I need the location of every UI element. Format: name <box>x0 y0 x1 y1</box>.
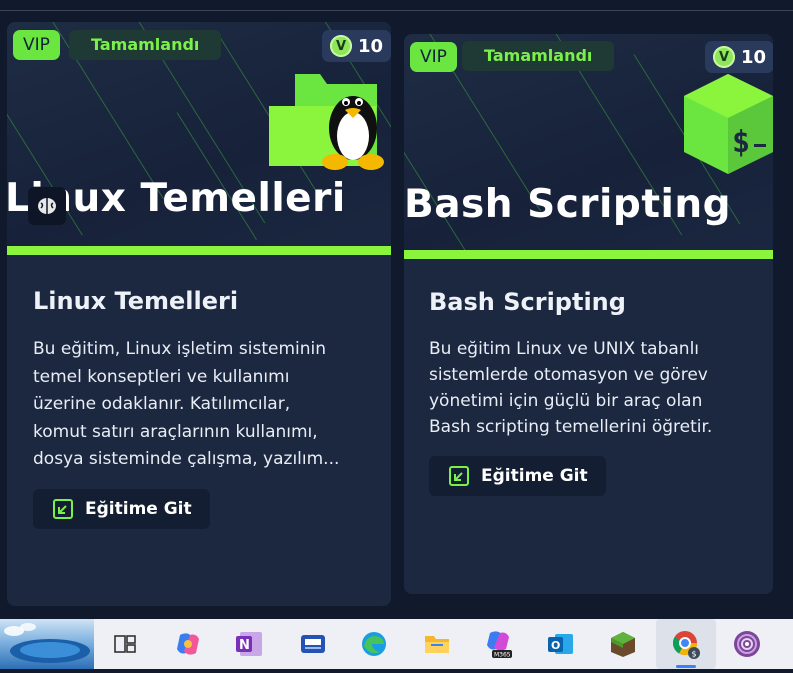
scanner-app-icon[interactable] <box>296 627 330 661</box>
course-card-linux[interactable]: VIP Tamamlandı V 10 Linux Temelleri Linu… <box>7 22 391 606</box>
weather-widget[interactable] <box>0 619 94 669</box>
vip-badge: VIP <box>410 42 457 72</box>
course-description: Bu eğitim Linux ve UNIX tabanlı sistemle… <box>429 339 713 437</box>
edge-icon[interactable] <box>357 627 391 661</box>
taskbar: N M365 O $ <box>0 619 793 669</box>
m365-copilot-icon[interactable]: M365 <box>482 627 516 661</box>
onenote-icon[interactable]: N <box>233 627 267 661</box>
open-external-icon <box>53 499 73 519</box>
banner-accent-bar <box>404 250 773 259</box>
points-badge: V 10 <box>705 41 773 73</box>
linux-tux-folder-icon <box>269 74 384 170</box>
course-banner: $ VIP Tamamlandı V 10 Bash Scripting <box>404 34 773 250</box>
svg-text:$: $ <box>732 125 750 160</box>
top-divider <box>0 10 793 11</box>
chrome-icon[interactable]: $ <box>669 627 703 661</box>
outlook-icon[interactable]: O <box>544 627 578 661</box>
go-to-course-button[interactable]: Eğitime Git <box>429 456 606 496</box>
bash-terminal-cube-icon: $ <box>684 74 773 174</box>
brain-icon <box>28 187 66 225</box>
course-description: Bu eğitim, Linux işletim sisteminin teme… <box>33 339 340 469</box>
open-external-icon <box>449 466 469 486</box>
go-to-course-label: Eğitime Git <box>85 499 192 519</box>
status-badge: Tamamlandı <box>69 30 222 60</box>
task-view-icon[interactable] <box>108 627 142 661</box>
coin-icon: V <box>713 46 735 68</box>
banner-accent-bar <box>7 246 391 255</box>
course-title: Bash Scripting <box>429 288 626 316</box>
svg-text:$: $ <box>692 650 697 659</box>
tor-browser-icon[interactable] <box>730 627 764 661</box>
course-title: Linux Temelleri <box>33 287 239 315</box>
points-badge: V 10 <box>322 30 391 62</box>
svg-text:N: N <box>239 638 250 653</box>
vip-badge: VIP <box>13 30 60 60</box>
course-card-bash[interactable]: $ VIP Tamamlandı V 10 Bash Scripting Bas… <box>404 34 773 594</box>
points-value: 10 <box>358 35 384 57</box>
coin-icon: V <box>330 35 352 57</box>
status-badge: Tamamlandı <box>462 41 615 71</box>
points-value: 10 <box>741 46 767 68</box>
svg-text:O: O <box>551 639 560 652</box>
banner-title: Bash Scripting <box>404 182 732 227</box>
course-banner: VIP Tamamlandı V 10 Linux Temelleri <box>7 22 391 246</box>
minecraft-icon[interactable] <box>606 627 640 661</box>
go-to-course-button[interactable]: Eğitime Git <box>33 489 210 529</box>
svg-text:M365: M365 <box>494 652 511 659</box>
go-to-course-label: Eğitime Git <box>481 466 588 486</box>
file-explorer-icon[interactable] <box>420 627 454 661</box>
copilot-icon[interactable] <box>171 627 205 661</box>
